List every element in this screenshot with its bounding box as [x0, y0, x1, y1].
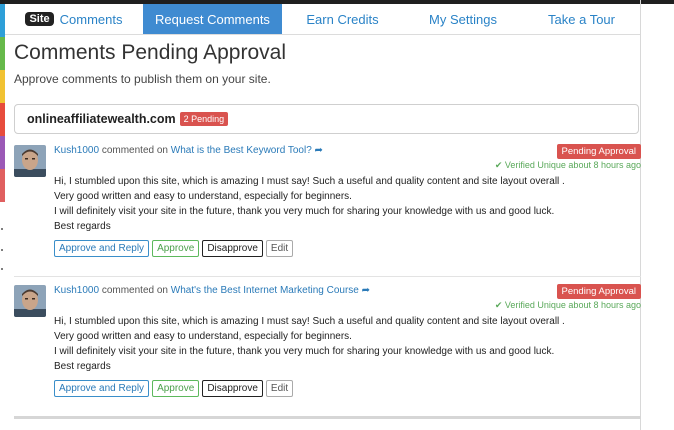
tab-my-settings[interactable]: My Settings — [403, 4, 523, 34]
approve-button[interactable]: Approve — [152, 240, 200, 257]
comment-header: Kush1000 commented on What is the Best K… — [54, 145, 323, 156]
avatar — [14, 285, 46, 317]
post-link[interactable]: What is the Best Keyword Tool? — [171, 145, 312, 156]
approve-and-reply-button[interactable]: Approve and Reply — [54, 380, 150, 397]
commented-on-text: commented on — [101, 285, 168, 296]
edit-button[interactable]: Edit — [265, 380, 294, 397]
comment-body: Hi, I stumbled upon this site, which is … — [54, 314, 565, 374]
disapprove-button[interactable]: Disapprove — [202, 380, 263, 397]
left-bar-segment — [0, 70, 5, 103]
brand-label: Comments — [59, 11, 123, 27]
left-dot — [1, 228, 3, 230]
tab-request-comments[interactable]: Request Comments — [143, 4, 282, 34]
status-badge: Pending Approval — [556, 284, 641, 299]
page-title: Comments Pending Approval — [14, 41, 286, 64]
commented-on-text: commented on — [101, 145, 168, 156]
approve-button[interactable]: Approve — [152, 380, 200, 397]
comment-line: I will definitely visit your site in the… — [54, 346, 555, 357]
left-bar-segment — [0, 37, 5, 70]
comment-line: Very good written and easy to understand… — [54, 191, 352, 202]
left-bar-segment — [0, 103, 5, 136]
post-link[interactable]: What's the Best Internet Marketing Cours… — [171, 285, 359, 296]
comment-actions: Approve and Reply Approve Disapprove Edi… — [54, 240, 294, 257]
comment-line: Best regards — [54, 361, 111, 372]
edit-button[interactable]: Edit — [265, 240, 294, 257]
comment-header: Kush1000 commented on What's the Best In… — [54, 285, 370, 296]
page-border — [640, 0, 641, 430]
tab-take-a-tour[interactable]: Take a Tour — [523, 4, 640, 34]
comment-line: I will definitely visit your site in the… — [54, 206, 555, 217]
check-icon: ✔ — [494, 160, 503, 170]
comment-line: Hi, I stumbled upon this site, which is … — [54, 316, 565, 327]
left-dot — [1, 268, 3, 270]
comment-line: Hi, I stumbled upon this site, which is … — [54, 176, 565, 187]
author-name[interactable]: Kush1000 — [54, 285, 99, 296]
tab-earn-credits[interactable]: Earn Credits — [282, 4, 403, 34]
comment-line: Very good written and easy to understand… — [54, 331, 352, 342]
comment-actions: Approve and Reply Approve Disapprove Edi… — [54, 380, 294, 397]
top-nav: Site Comments Request Comments Earn Cred… — [5, 4, 640, 35]
brand-badge: Site — [25, 12, 54, 26]
check-icon: ✔ — [494, 300, 503, 310]
site-panel: onlineaffiliatewealth.com 2 Pending — [14, 104, 639, 134]
site-domain[interactable]: onlineaffiliatewealth.com — [27, 112, 176, 126]
verified-text: Verified Unique about 8 hours ago — [504, 160, 641, 170]
approve-and-reply-button[interactable]: Approve and Reply — [54, 240, 150, 257]
verified-status: ✔ Verified Unique about 8 hours ago — [495, 160, 641, 171]
verified-status: ✔ Verified Unique about 8 hours ago — [495, 300, 641, 311]
comment-divider — [14, 276, 641, 277]
left-bar-segment — [0, 136, 5, 169]
comment-line: Best regards — [54, 221, 111, 232]
author-name[interactable]: Kush1000 — [54, 145, 99, 156]
page-subtitle: Approve comments to publish them on your… — [14, 72, 271, 86]
nav-brand[interactable]: Site Comments — [5, 4, 143, 34]
disapprove-button[interactable]: Disapprove — [202, 240, 263, 257]
arrow-right-icon[interactable]: ➦ — [315, 145, 323, 156]
bottom-divider — [14, 416, 641, 419]
comment-body: Hi, I stumbled upon this site, which is … — [54, 174, 565, 234]
arrow-right-icon[interactable]: ➦ — [362, 285, 370, 296]
avatar — [14, 145, 46, 177]
pending-count-badge: 2 Pending — [179, 112, 229, 126]
left-bar-segment — [0, 169, 5, 202]
verified-text: Verified Unique about 8 hours ago — [504, 300, 641, 310]
status-badge: Pending Approval — [556, 144, 641, 159]
left-dot — [1, 249, 3, 251]
